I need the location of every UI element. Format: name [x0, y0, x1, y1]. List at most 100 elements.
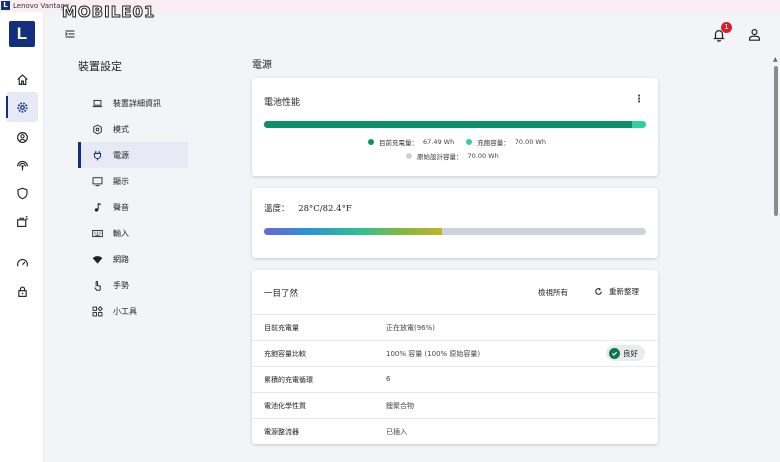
collapse-menu-icon[interactable]	[64, 28, 76, 40]
gauge-icon	[16, 258, 28, 267]
nav-item-label: 電源	[113, 150, 129, 160]
nav-item-label: 顯示	[113, 176, 129, 186]
hexagon-icon	[93, 124, 102, 134]
design-capacity-label: 原始設計容量：	[417, 153, 463, 161]
row-label: 累積的充電循環	[264, 376, 313, 384]
gear-icon	[16, 101, 28, 113]
view-all-link[interactable]: 檢視所有	[538, 287, 568, 298]
nav-item-label: 手勢	[113, 280, 129, 290]
rail-settings[interactable]	[6, 92, 38, 122]
current-charge-value: 67.49 Wh	[423, 138, 455, 146]
shield-icon	[16, 187, 28, 199]
notification-badge: 1	[721, 22, 732, 33]
keyboard-icon	[92, 229, 103, 237]
account-icon	[16, 131, 28, 143]
capacity-dot	[466, 139, 473, 145]
rail-security[interactable]	[6, 178, 38, 208]
laptop-icon	[92, 99, 103, 107]
row-label: 電池化學性質	[264, 402, 306, 410]
nav-item-label: 模式	[113, 124, 129, 134]
temperature-value: 28°C/82.4°F	[298, 204, 352, 214]
music-note-icon	[94, 202, 102, 212]
toolbox-icon	[16, 215, 28, 227]
battery-bar	[264, 121, 646, 128]
overview-card: 一目了然 檢視所有 重新整理 目前充電量 正在放電(96%) 充飽容量比較 10…	[252, 270, 658, 444]
wifi-icon	[92, 255, 103, 264]
battery-performance-card: 電池性能 ⋮ 目前充電量： 67.49 Wh 充飽容量： 70.00 Wh 原始…	[252, 78, 658, 176]
temperature-fill	[264, 228, 442, 235]
plug-icon	[93, 150, 102, 160]
nav-item-label: 網路	[113, 254, 129, 264]
nav-item-widgets[interactable]: 小工具	[78, 298, 188, 324]
full-capacity-value: 70.00 Wh	[514, 138, 546, 146]
status-badge: 良好	[606, 345, 645, 361]
page-title: 電源	[252, 60, 272, 71]
left-rail: L	[0, 12, 44, 462]
nav-item-label: 裝置詳細資訊	[113, 98, 161, 108]
nav-item-mode[interactable]: 模式	[78, 116, 188, 142]
window-title: Lenovo Vantage	[13, 2, 70, 10]
nav-item-label: 輸入	[113, 228, 129, 238]
battery-legend-row: 原始設計容量： 70.00 Wh	[406, 151, 499, 161]
temperature-bar	[264, 228, 646, 235]
refresh-icon	[595, 287, 602, 295]
scroll-thumb[interactable]	[774, 66, 778, 216]
battery-charge-fill	[264, 121, 633, 128]
row-label: 充飽容量比較	[264, 350, 306, 358]
settings-nav: 裝置詳細資訊 模式 電源 顯示 聲音 輸入 網路 手勢 小工具	[78, 90, 188, 324]
rail-lock[interactable]	[6, 276, 38, 306]
nav-item-sound[interactable]: 聲音	[78, 194, 188, 220]
design-capacity-value: 70.00 Wh	[467, 152, 499, 160]
rail-performance[interactable]	[6, 248, 38, 278]
overview-table: 目前充電量 正在放電(96%) 充飽容量比較 100% 容量 (100% 原始容…	[252, 314, 658, 444]
app-logo[interactable]: L	[9, 21, 35, 47]
refresh-label: 重新整理	[609, 287, 639, 296]
rail-home[interactable]	[6, 64, 38, 94]
row-value: 100% 容量 (100% 原始容量)	[386, 350, 481, 358]
row-label: 電源整流器	[264, 428, 299, 436]
scroll-up-icon[interactable]: ▲	[773, 56, 778, 63]
app-logo-small: L	[1, 1, 10, 10]
lock-icon	[17, 285, 27, 297]
status-text: 良好	[623, 348, 638, 358]
nav-item-network[interactable]: 網路	[78, 246, 188, 272]
table-row: 累積的充電循環 6	[252, 366, 658, 392]
rail-account[interactable]	[6, 122, 38, 152]
scrollbar[interactable]: ▲	[773, 56, 779, 462]
table-row: 目前充電量 正在放電(96%)	[252, 314, 658, 340]
card-title: 一目了然	[264, 289, 299, 299]
design-dot	[406, 153, 412, 159]
wifi-security-icon	[16, 160, 28, 170]
nav-item-display[interactable]: 顯示	[78, 168, 188, 194]
hand-icon	[94, 280, 101, 291]
table-row: 充飽容量比較 100% 容量 (100% 原始容量) 良好	[252, 340, 658, 366]
refresh-button[interactable]: 重新整理	[594, 286, 639, 297]
temperature-card: 溫度： 28°C/82.4°F	[252, 188, 658, 258]
rail-toolbox[interactable]	[6, 206, 38, 236]
current-charge-label: 目前充電量：	[379, 139, 418, 147]
row-value: 鋰聚合物	[386, 402, 414, 410]
temperature-row: 溫度： 28°C/82.4°F	[264, 202, 352, 214]
rail-wifi-security[interactable]	[6, 150, 38, 180]
row-label: 目前充電量	[264, 324, 299, 332]
full-capacity-label: 充飽容量：	[477, 139, 510, 147]
more-options-icon[interactable]: ⋮	[634, 94, 644, 105]
nav-item-power[interactable]: 電源	[78, 142, 188, 168]
row-value: 6	[386, 375, 391, 383]
nav-item-gestures[interactable]: 手勢	[78, 272, 188, 298]
nav-item-label: 聲音	[113, 202, 129, 212]
nav-item-input[interactable]: 輸入	[78, 220, 188, 246]
temperature-label: 溫度：	[264, 204, 290, 214]
table-row: 電池化學性質 鋰聚合物	[252, 392, 658, 418]
monitor-icon	[92, 176, 103, 186]
table-row: 電源整流器 已插入	[252, 418, 658, 444]
card-title: 電池性能	[264, 98, 301, 108]
widgets-icon	[92, 305, 103, 316]
charge-dot	[368, 139, 374, 145]
user-icon[interactable]	[748, 28, 761, 41]
row-value: 已插入	[386, 428, 407, 436]
nav-item-label: 小工具	[113, 306, 137, 316]
section-title: 裝置設定	[78, 60, 122, 73]
battery-legend-row: 目前充電量： 67.49 Wh 充飽容量： 70.00 Wh	[368, 137, 546, 147]
nav-item-device-info[interactable]: 裝置詳細資訊	[78, 90, 188, 116]
